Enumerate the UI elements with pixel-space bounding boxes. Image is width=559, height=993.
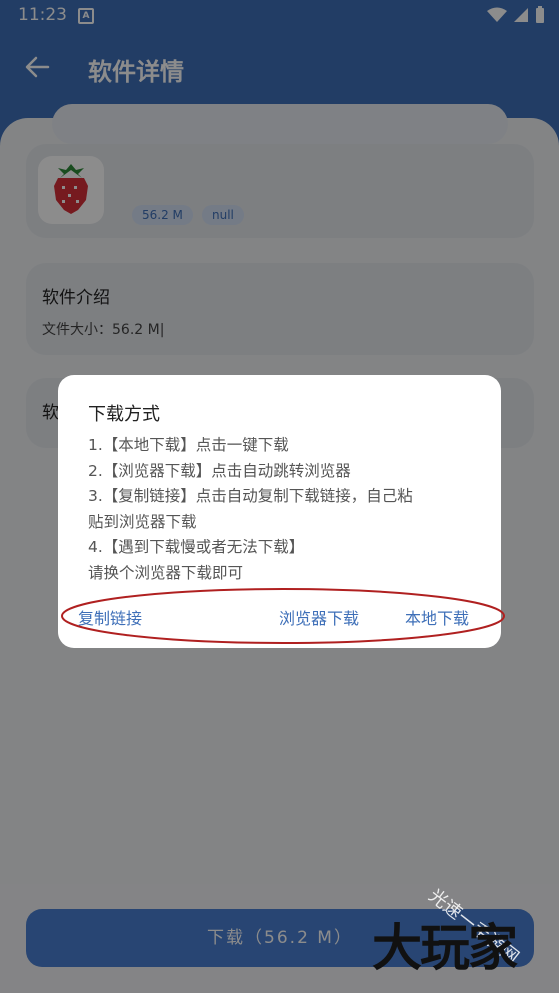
download-method-dialog: 下载方式 1.【本地下载】点击一键下载 2.【浏览器下载】点击自动跳转浏览器 3…: [58, 375, 501, 648]
copy-link-button[interactable]: 复制链接: [78, 605, 142, 629]
dialog-body: 1.【本地下载】点击一键下载 2.【浏览器下载】点击自动跳转浏览器 3.【复制链…: [88, 433, 488, 586]
browser-download-button[interactable]: 浏览器下载: [279, 605, 359, 629]
dialog-line: 1.【本地下载】点击一键下载: [88, 436, 289, 454]
watermark-logo: 大玩家: [372, 918, 518, 977]
dialog-title: 下载方式: [88, 404, 160, 425]
dialog-line: 请换个浏览器下载即可: [88, 563, 244, 582]
dialog-line: 3.【复制链接】点击自动复制下载链接，自己粘: [88, 487, 413, 505]
dialog-line: 4.【遇到下载慢或者无法下载】: [88, 538, 305, 556]
dialog-line: 贴到浏览器下载: [88, 512, 197, 531]
dialog-line: 2.【浏览器下载】点击自动跳转浏览器: [88, 461, 351, 480]
local-download-button[interactable]: 本地下载: [405, 605, 469, 629]
